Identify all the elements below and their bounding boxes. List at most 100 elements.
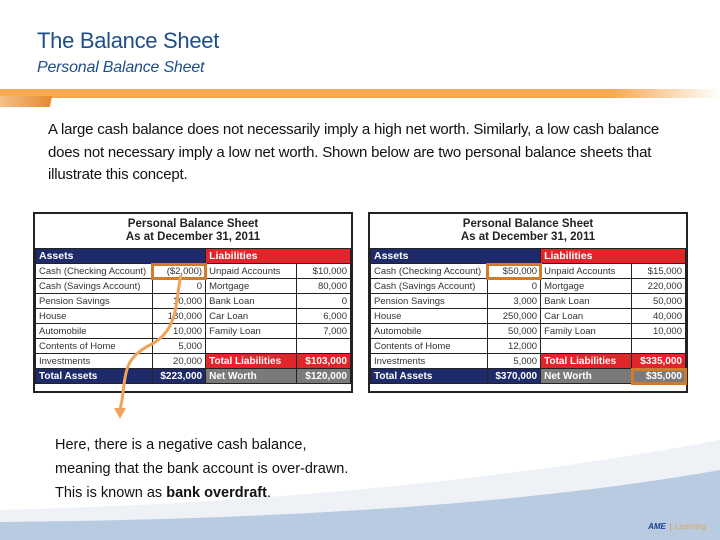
- asset-value-highlighted: ($2,000): [151, 262, 207, 280]
- total-assets-value: $223,000: [151, 368, 207, 384]
- asset-value: 10,000: [151, 323, 207, 339]
- table-row: House 250,000 Car Loan 40,000: [370, 308, 686, 324]
- balance-table: Assets Liabilities Cash (Checking Accoun…: [34, 248, 351, 384]
- liability-label: Bank Loan: [540, 293, 633, 309]
- totals-row: Total Assets $223,000 Net Worth $120,000: [35, 368, 351, 384]
- ame-learning-logo: AME Learning: [648, 522, 706, 531]
- table-row: Automobile 50,000 Family Loan 10,000: [370, 323, 686, 339]
- total-liabilities-label: Total Liabilities: [205, 353, 298, 369]
- asset-label: Investments: [35, 353, 153, 369]
- liability-label: Car Loan: [540, 308, 633, 324]
- net-worth-label: Net Worth: [540, 368, 633, 384]
- table-row: Cash (Savings Account) 0 Mortgage 220,00…: [370, 278, 686, 294]
- note-line-1: Here, there is a negative cash balance,: [55, 437, 307, 453]
- asset-label: Contents of Home: [35, 338, 153, 354]
- asset-value: 12,000: [486, 338, 542, 354]
- liability-label: Bank Loan: [205, 293, 298, 309]
- total-liabilities-value: $103,000: [296, 353, 351, 369]
- liability-value: $10,000: [296, 263, 351, 279]
- liabilities-header: Liabilities: [540, 248, 686, 264]
- balance-table: Assets Liabilities Cash (Checking Accoun…: [369, 248, 687, 385]
- asset-label: Cash (Checking Account): [35, 263, 153, 279]
- note-line-3-prefix: This is known as: [55, 485, 167, 501]
- note-line-2: meaning that the bank account is over-dr…: [55, 461, 349, 477]
- sheet-date: As at December 31, 2011: [125, 231, 261, 243]
- asset-value-highlighted: $50,000: [486, 262, 542, 280]
- liability-label: Mortgage: [205, 278, 298, 294]
- liability-label-empty: [205, 338, 298, 354]
- asset-label: Pension Savings: [370, 293, 488, 309]
- liability-label: Family Loan: [205, 323, 298, 339]
- asset-label: Cash (Savings Account): [35, 278, 153, 294]
- totals-row: Total Assets $370,000 Net Worth $35,000: [370, 367, 687, 385]
- asset-value: 250,000: [486, 308, 542, 324]
- assets-header: Assets: [34, 248, 207, 264]
- logo-brand: AME: [648, 522, 666, 531]
- asset-label: Investments: [370, 353, 488, 369]
- liability-value: 40,000: [631, 308, 686, 324]
- net-worth-label: Net Worth: [205, 368, 298, 384]
- asset-value: 50,000: [486, 323, 542, 339]
- liability-label: Mortgage: [540, 278, 633, 294]
- liability-value: 80,000: [296, 278, 351, 294]
- table-row: Investments 20,000 Total Liabilities $10…: [35, 353, 351, 369]
- table-header-row: Assets Liabilities: [369, 248, 686, 264]
- liability-label: Family Loan: [540, 323, 633, 339]
- asset-value: 5,000: [486, 353, 542, 369]
- net-worth-value-highlighted: $35,000: [630, 367, 687, 385]
- logo-tagline: Learning: [674, 522, 706, 531]
- header-divider-bar: [0, 89, 720, 98]
- asset-value: 180,000: [151, 308, 207, 324]
- liability-value: 50,000: [631, 293, 686, 309]
- liability-label-empty: [540, 338, 633, 354]
- table-row: Automobile 10,000 Family Loan 7,000: [35, 323, 351, 339]
- asset-label: Pension Savings: [35, 293, 153, 309]
- page-subtitle: Personal Balance Sheet: [37, 59, 205, 76]
- sheet-title: Personal Balance Sheet: [462, 218, 594, 230]
- liability-value: 10,000: [631, 323, 686, 339]
- total-assets-value: $370,000: [486, 368, 542, 384]
- table-header-row: Assets Liabilities: [34, 248, 351, 264]
- intro-paragraph: A large cash balance does not necessaril…: [48, 121, 660, 183]
- asset-value: 20,000: [151, 353, 207, 369]
- total-liabilities-label: Total Liabilities: [540, 353, 633, 369]
- total-liabilities-value: $335,000: [631, 353, 686, 369]
- liability-label: Unpaid Accounts: [540, 263, 633, 279]
- table-row: Contents of Home 12,000: [370, 338, 686, 354]
- liability-value: 6,000: [296, 308, 351, 324]
- asset-label: House: [35, 308, 153, 324]
- asset-value: 5,000: [151, 338, 207, 354]
- sheet-heading: Personal Balance Sheet As at December 31…: [370, 214, 686, 248]
- total-assets-label: Total Assets: [370, 368, 488, 384]
- total-assets-label: Total Assets: [35, 368, 153, 384]
- table-row: House 180,000 Car Loan 6,000: [35, 308, 351, 324]
- liability-label: Car Loan: [205, 308, 298, 324]
- asset-label: Automobile: [370, 323, 488, 339]
- liability-value-empty: [296, 338, 351, 354]
- note-term-bank-overdraft: bank overdraft: [166, 485, 267, 501]
- liability-value: 7,000: [296, 323, 351, 339]
- asset-label: House: [370, 308, 488, 324]
- asset-value: 10,000: [151, 293, 207, 309]
- liabilities-header: Liabilities: [205, 248, 351, 264]
- asset-label: Cash (Checking Account): [370, 263, 488, 279]
- sheet-title: Personal Balance Sheet: [127, 218, 259, 230]
- assets-header: Assets: [369, 248, 542, 264]
- table-row: Cash (Checking Account) $50,000 Unpaid A…: [370, 262, 686, 280]
- logo-separator: [669, 522, 671, 531]
- header-divider-tab: [0, 96, 52, 107]
- asset-value: 3,000: [486, 293, 542, 309]
- liability-value: $15,000: [631, 263, 686, 279]
- note-line-3-suffix: .: [266, 485, 271, 501]
- table-row: Cash (Checking Account) ($2,000) Unpaid …: [35, 262, 351, 280]
- page-title: The Balance Sheet: [37, 28, 220, 53]
- balance-sheet-2: Personal Balance Sheet As at December 31…: [368, 212, 688, 393]
- sheet-heading: Personal Balance Sheet As at December 31…: [35, 214, 351, 248]
- table-row: Pension Savings 10,000 Bank Loan 0: [35, 293, 351, 309]
- asset-value: 0: [486, 278, 542, 294]
- liability-value-empty: [631, 338, 686, 354]
- asset-value: 0: [151, 278, 207, 294]
- balance-sheet-1: Personal Balance Sheet As at December 31…: [33, 212, 353, 393]
- liability-value: 0: [296, 293, 351, 309]
- note-line-3: This is known as bank overdraft.: [55, 481, 348, 505]
